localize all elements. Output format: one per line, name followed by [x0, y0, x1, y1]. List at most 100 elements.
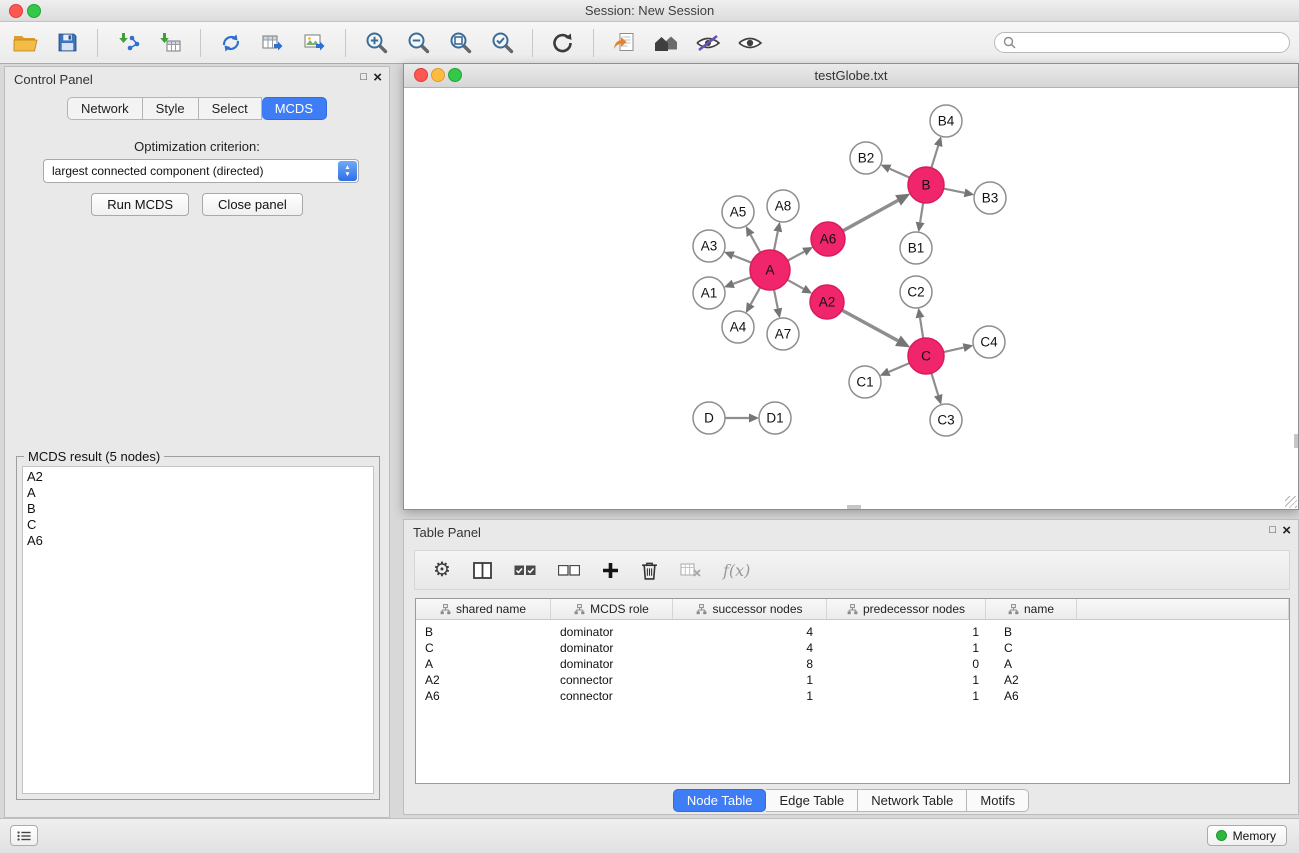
tab-network-table[interactable]: Network Table [858, 789, 967, 812]
open-recent-file-button[interactable] [605, 26, 643, 60]
graph-node-B1[interactable]: B1 [900, 232, 932, 264]
table-row-a[interactable]: Adominator80A [416, 656, 1289, 672]
column-header-mcds-role[interactable]: MCDS role [551, 599, 673, 619]
app-close-button[interactable] [9, 4, 23, 18]
graph-node-B2[interactable]: B2 [850, 142, 882, 174]
close-panel-icon[interactable]: × [373, 69, 382, 86]
result-item-b[interactable]: B [23, 501, 373, 517]
deselect-all-button[interactable] [558, 565, 580, 576]
tab-select[interactable]: Select [199, 97, 262, 120]
show-columns-button[interactable] [473, 562, 492, 579]
memory-button[interactable]: Memory [1207, 825, 1287, 846]
table-settings-button[interactable]: ⚙ [433, 560, 451, 580]
export-table-button[interactable] [254, 26, 292, 60]
table-row-a2[interactable]: A2connector11A2 [416, 672, 1289, 688]
network-minimize-button[interactable] [431, 68, 445, 82]
graph-edge-A-A7[interactable] [774, 290, 778, 309]
criterion-dropdown[interactable]: largest connected component (directed) ▲… [43, 159, 359, 183]
graph-edge-B-B2[interactable] [890, 169, 910, 178]
graph-node-C2[interactable]: C2 [900, 276, 932, 308]
import-table-button[interactable] [151, 26, 189, 60]
delete-column-button[interactable] [641, 561, 658, 580]
run-mcds-button[interactable]: Run MCDS [91, 193, 189, 216]
result-item-a[interactable]: A [23, 485, 373, 501]
graph-node-C1[interactable]: C1 [849, 366, 881, 398]
show-details-button[interactable] [731, 26, 769, 60]
graph-edge-B-B4[interactable] [931, 146, 938, 168]
delete-table-button[interactable] [680, 562, 701, 578]
graph-node-A1[interactable]: A1 [693, 277, 725, 309]
table-row-b[interactable]: Bdominator41B [416, 624, 1289, 640]
tab-motifs[interactable]: Motifs [967, 789, 1029, 812]
graph-node-C[interactable]: C [908, 338, 944, 374]
graph-node-A7[interactable]: A7 [767, 318, 799, 350]
open-session-button[interactable] [6, 26, 44, 60]
graph-node-A6[interactable]: A6 [811, 222, 845, 256]
column-header-predecessor-nodes[interactable]: predecessor nodes [827, 599, 986, 619]
graph-edge-A-A2[interactable] [787, 280, 803, 289]
save-session-button[interactable] [48, 26, 86, 60]
graph-edge-A-A5[interactable] [751, 235, 761, 253]
table-float-panel-icon[interactable]: □ [1269, 524, 1276, 536]
graph-node-A[interactable]: A [750, 250, 790, 290]
graph-node-A8[interactable]: A8 [767, 190, 799, 222]
resize-grip[interactable] [1285, 496, 1297, 508]
network-zoom-button[interactable] [448, 68, 462, 82]
home-view-button[interactable] [647, 26, 685, 60]
hide-details-button[interactable] [689, 26, 727, 60]
result-item-c[interactable]: C [23, 517, 373, 533]
tab-node-table[interactable]: Node Table [673, 789, 767, 812]
column-header-name[interactable]: name [986, 599, 1077, 619]
graph-node-D1[interactable]: D1 [759, 402, 791, 434]
graph-node-B3[interactable]: B3 [974, 182, 1006, 214]
graph-edge-A2-C[interactable] [842, 310, 898, 341]
graph-node-A3[interactable]: A3 [693, 230, 725, 262]
graph-node-B[interactable]: B [908, 167, 944, 203]
graph-node-B4[interactable]: B4 [930, 105, 962, 137]
zoom-in-button[interactable] [357, 26, 395, 60]
graph-node-D[interactable]: D [693, 402, 725, 434]
graph-edge-A-A3[interactable] [733, 256, 751, 263]
task-history-button[interactable] [10, 825, 38, 846]
app-zoom-button[interactable] [27, 4, 41, 18]
tab-style[interactable]: Style [143, 97, 199, 120]
tab-edge-table[interactable]: Edge Table [766, 789, 858, 812]
result-item-a2[interactable]: A2 [23, 469, 373, 485]
export-image-button[interactable] [296, 26, 334, 60]
network-canvas[interactable]: B4B2BB3A5A8A6A3B1AA1C2A2A4A7C4CC1C3DD1 [404, 88, 1298, 509]
add-column-button[interactable] [602, 562, 619, 579]
graph-node-A4[interactable]: A4 [722, 311, 754, 343]
graph-edge-A-A8[interactable] [774, 232, 778, 251]
graph-edge-C-C2[interactable] [920, 318, 923, 339]
column-header-successor-nodes[interactable]: successor nodes [673, 599, 827, 619]
graph-node-C4[interactable]: C4 [973, 326, 1005, 358]
network-close-button[interactable] [414, 68, 428, 82]
graph-edge-C-C4[interactable] [944, 348, 964, 353]
graph-node-C3[interactable]: C3 [930, 404, 962, 436]
graph-node-A2[interactable]: A2 [810, 285, 844, 319]
result-item-a6[interactable]: A6 [23, 533, 373, 549]
refresh-button[interactable] [544, 26, 582, 60]
new-network-button[interactable] [212, 26, 250, 60]
table-close-panel-icon[interactable]: × [1282, 522, 1291, 539]
graph-edge-A-A1[interactable] [733, 277, 751, 284]
graph-edge-A-A6[interactable] [788, 252, 805, 261]
function-builder-button[interactable]: f(x) [723, 561, 750, 580]
table-row-a6[interactable]: A6connector11A6 [416, 688, 1289, 704]
column-header-shared-name[interactable]: shared name [416, 599, 551, 619]
graph-edge-C-C3[interactable] [931, 373, 938, 395]
graph-edge-B-B3[interactable] [944, 189, 965, 193]
zoom-selected-button[interactable] [483, 26, 521, 60]
close-panel-button[interactable]: Close panel [202, 193, 303, 216]
graph-edge-C-C1[interactable] [889, 363, 910, 372]
zoom-fit-button[interactable] [441, 26, 479, 60]
tab-mcds[interactable]: MCDS [262, 97, 327, 120]
graph-edge-B-B1[interactable] [920, 203, 923, 223]
search-field[interactable] [994, 32, 1290, 53]
tab-network[interactable]: Network [67, 97, 143, 120]
search-input[interactable] [1021, 34, 1289, 52]
table-row-c[interactable]: Cdominator41C [416, 640, 1289, 656]
graph-edge-A-A4[interactable] [751, 287, 761, 304]
zoom-out-button[interactable] [399, 26, 437, 60]
import-network-button[interactable] [109, 26, 147, 60]
